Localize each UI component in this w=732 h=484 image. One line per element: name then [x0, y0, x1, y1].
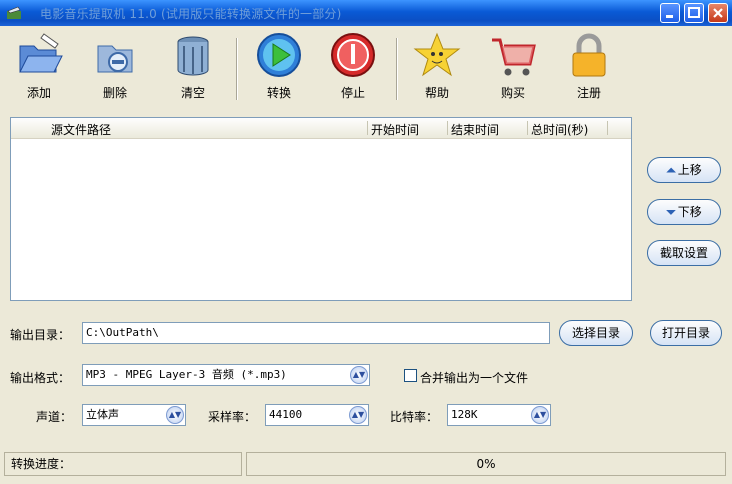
sample-rate-value: 44100 [269, 408, 303, 421]
title-bar[interactable]: 电影音乐提取机 11.0 (试用版只能转换源文件的一部分) [0, 0, 732, 26]
open-dir-button[interactable]: 打开目录 [650, 320, 722, 346]
shopping-cart-icon [492, 38, 536, 76]
column-end-time[interactable]: 结束时间 [451, 121, 499, 138]
sample-rate-label: 采样率： [208, 410, 257, 424]
clear-label: 清空 [180, 86, 205, 100]
register-button[interactable]: 注册 [558, 32, 620, 106]
lock-icon [572, 33, 606, 77]
convert-button[interactable]: 转换 [248, 32, 310, 106]
combo-arrow-icon[interactable]: ▲▼ [349, 406, 367, 424]
add-button[interactable]: 添加 [8, 32, 70, 106]
column-divider [527, 121, 528, 135]
combo-arrow-icon[interactable]: ▲▼ [166, 406, 184, 424]
minimize-icon [666, 15, 673, 18]
channel-value: 立体声 [86, 408, 119, 421]
sample-rate-select[interactable]: 44100 ▲▼ [265, 404, 369, 426]
folder-open-icon [19, 33, 63, 73]
close-icon [713, 8, 723, 18]
file-list[interactable]: 源文件路径 开始时间 结束时间 总时间(秒) [10, 117, 632, 301]
column-source-path[interactable]: 源文件路径 [51, 121, 111, 138]
move-down-button[interactable]: ⏷ 下移 [647, 199, 721, 225]
clear-button[interactable]: 清空 [162, 32, 224, 106]
minimize-button[interactable] [660, 3, 680, 23]
move-down-label: 下移 [677, 205, 702, 219]
combo-arrow-icon[interactable]: ▲▼ [531, 406, 549, 424]
toolbar-separator [236, 38, 238, 100]
register-label: 注册 [576, 86, 601, 100]
bitrate-select[interactable]: 128K ▲▼ [447, 404, 551, 426]
stop-label: 停止 [340, 86, 365, 100]
progress-label-panel: 转换进度： [4, 452, 242, 476]
merge-output-label: 合并输出为一个文件 [420, 371, 529, 385]
delete-button[interactable]: 删除 [84, 32, 146, 106]
progress-text: 0% [476, 457, 496, 471]
progress-bar: 0% [246, 452, 726, 476]
buy-label: 购买 [500, 86, 525, 100]
toolbar: 添加 删除 清空 转换 停止 帮助 购买 注册 [0, 26, 732, 108]
window-title: 电影音乐提取机 11.0 (试用版只能转换源文件的一部分) [40, 7, 342, 21]
stop-button[interactable]: 停止 [322, 32, 384, 106]
maximize-button[interactable] [684, 3, 704, 23]
output-dir-input[interactable]: C:\OutPath\ [82, 322, 550, 344]
convert-label: 转换 [266, 86, 291, 100]
add-label: 添加 [26, 86, 51, 100]
double-chevron-down-icon: ⏷ [666, 205, 676, 219]
channel-label: 声道： [36, 410, 73, 424]
output-format-label: 输出格式： [10, 371, 71, 385]
maximize-icon [688, 7, 700, 18]
crop-settings-button[interactable]: 截取设置 [647, 240, 721, 266]
toolbar-separator [396, 38, 398, 100]
column-divider [447, 121, 448, 135]
delete-label: 删除 [102, 86, 127, 100]
merge-output-checkbox[interactable] [404, 369, 417, 382]
bitrate-value: 128K [451, 408, 478, 421]
column-divider [367, 121, 368, 135]
help-button[interactable]: 帮助 [406, 32, 468, 106]
output-format-select[interactable]: MP3 - MPEG Layer-3 音频 (*.mp3) ▲▼ [82, 364, 370, 386]
progress-label: 转换进度： [11, 457, 72, 471]
app-window: 电影音乐提取机 11.0 (试用版只能转换源文件的一部分) 添加 删除 清空 转… [0, 0, 732, 484]
move-up-button[interactable]: ⏶ 上移 [647, 157, 721, 183]
star-icon [413, 32, 461, 77]
help-label: 帮助 [424, 86, 449, 100]
file-list-header: 源文件路径 开始时间 结束时间 总时间(秒) [11, 118, 631, 139]
column-divider [607, 121, 608, 135]
buy-button[interactable]: 购买 [482, 32, 544, 106]
double-chevron-up-icon: ⏶ [666, 163, 676, 177]
app-icon [7, 6, 21, 19]
play-icon [257, 33, 301, 77]
bitrate-label: 比特率： [390, 410, 439, 424]
close-button[interactable] [708, 3, 728, 23]
choose-dir-button[interactable]: 选择目录 [559, 320, 633, 346]
folder-delete-icon [97, 45, 133, 73]
channel-select[interactable]: 立体声 ▲▼ [82, 404, 186, 426]
move-up-label: 上移 [677, 163, 702, 177]
crop-settings-label: 截取设置 [659, 246, 708, 260]
output-dir-label: 输出目录： [10, 328, 71, 342]
column-start-time[interactable]: 开始时间 [371, 121, 419, 138]
column-total-time[interactable]: 总时间(秒) [531, 121, 588, 138]
stop-icon [331, 33, 375, 77]
trash-bin-icon [177, 36, 209, 76]
combo-arrow-icon[interactable]: ▲▼ [350, 366, 368, 384]
output-format-value: MP3 - MPEG Layer-3 音频 (*.mp3) [86, 368, 287, 381]
